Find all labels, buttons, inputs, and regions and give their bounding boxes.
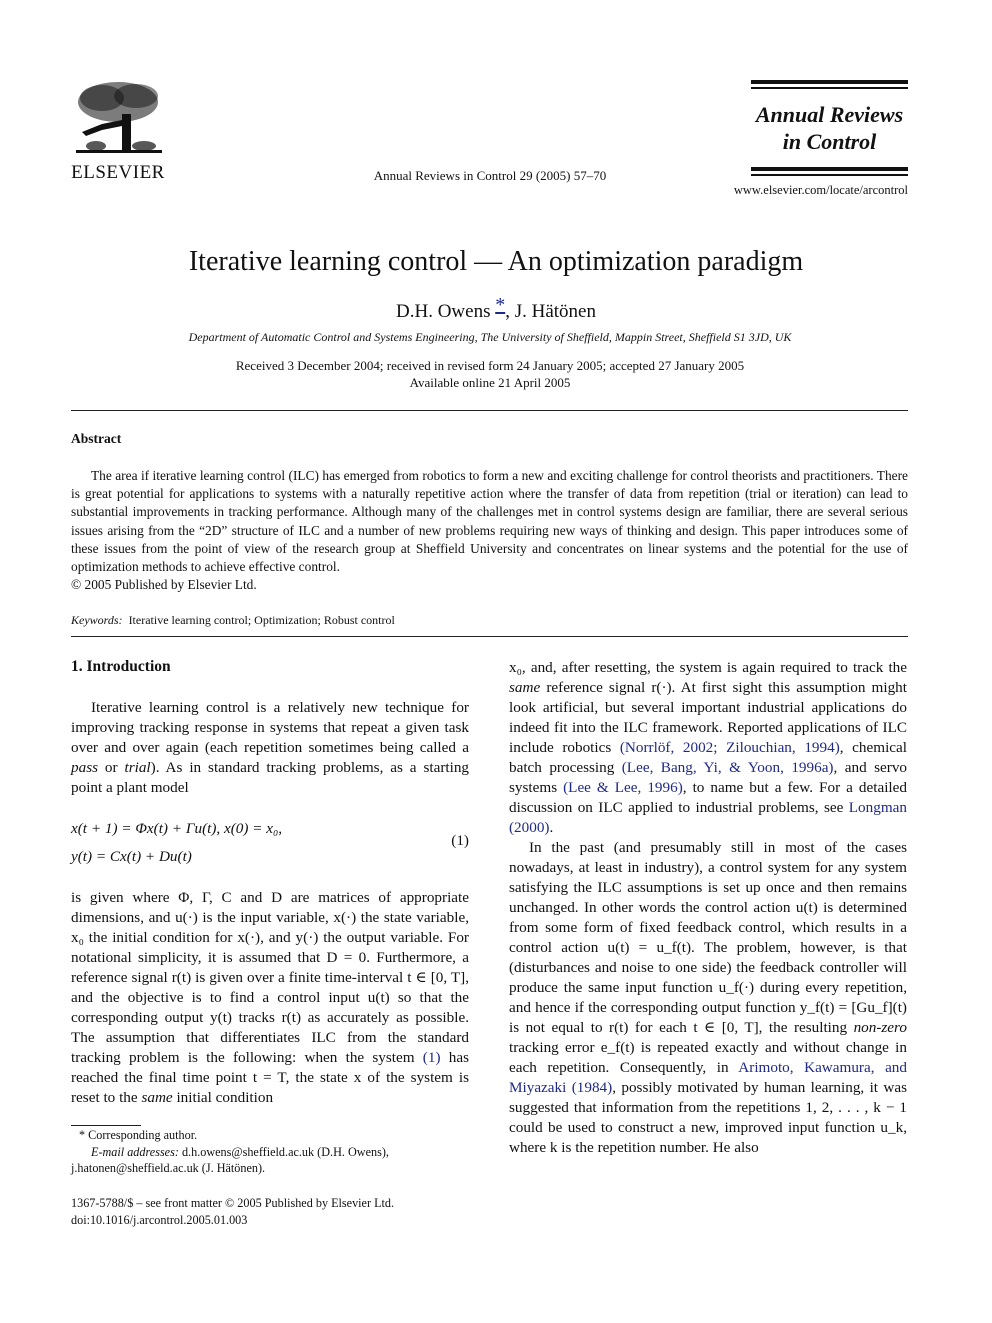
journal-reference: Annual Reviews in Control 29 (2005) 57–7… — [373, 168, 607, 183]
doi[interactable]: doi:10.1016/j.arcontrol.2005.01.003 — [71, 1212, 491, 1229]
author-name: J. Hätönen — [514, 301, 596, 322]
text: is given where Φ, Γ, C and D are matrice… — [71, 889, 469, 1066]
text: initial condition — [172, 1089, 274, 1106]
equation-number: (1) — [451, 832, 469, 849]
journal-name: Annual Reviews in Control — [751, 101, 908, 155]
paragraph: x₀, and, after resetting, the system is … — [509, 658, 907, 838]
journal-name-line2: in Control — [782, 129, 877, 154]
section-heading: 1. Introduction — [71, 658, 171, 675]
equation-1: x(t + 1) = Φx(t) + Γu(t), x(0) = x₀, y(t… — [71, 820, 469, 872]
author-list: D.H. Owens *, J. Hätönen — [0, 294, 992, 323]
divider — [71, 636, 908, 637]
available-online: Available online 21 April 2005 — [409, 375, 571, 390]
emphasis: non-zero — [853, 1019, 907, 1036]
citation-link[interactable]: (Lee, Bang, Yi, & Yoon, 1996a) — [622, 759, 834, 776]
divider — [71, 410, 908, 411]
footnote: * Corresponding author. E-mail addresses… — [71, 1127, 469, 1177]
keywords-label: Keywords: — [71, 613, 123, 627]
masthead-rule-top-thin — [751, 87, 908, 89]
footnote-rule — [71, 1125, 141, 1126]
elsevier-logo: ELSEVIER — [70, 80, 166, 183]
email-link-owens[interactable]: d.h.owens@sheffield.ac.uk (D.H. Owens), — [182, 1145, 389, 1159]
masthead-rule-bottom-thin — [751, 174, 908, 176]
paragraph: In the past (and presumably still in mos… — [509, 838, 907, 1158]
citation-link[interactable]: (Lee & Lee, 1996) — [563, 779, 683, 796]
received-dates: Received 3 December 2004; received in re… — [235, 358, 745, 373]
paragraph: is given where Φ, Γ, C and D are matrice… — [71, 888, 469, 1108]
author-separator: , — [505, 301, 515, 322]
author-name: D.H. Owens — [396, 301, 491, 322]
equation-reference-link[interactable]: (1) — [423, 1049, 441, 1066]
emphasis: same — [141, 1089, 173, 1106]
abstract-text: The area if iterative learning control (… — [71, 468, 908, 575]
text: x₀, and, after resetting, the system is … — [509, 659, 907, 676]
affiliation: Department of Automatic Control and Syst… — [188, 330, 792, 344]
email-label: E-mail addresses: — [91, 1144, 179, 1159]
abstract-copyright: © 2005 Published by Elsevier Ltd. — [71, 577, 257, 592]
publisher-wordmark: ELSEVIER — [71, 162, 165, 183]
equation-line: y(t) = Cx(t) + Du(t) — [71, 848, 192, 865]
keywords-list: Iterative learning control; Optimization… — [128, 613, 395, 627]
citation-link[interactable]: (Norrlöf, 2002; Zilouchian, 1994) — [620, 739, 840, 756]
text: In the past (and presumably still in mos… — [509, 839, 907, 1036]
right-column: x₀, and, after resetting, the system is … — [509, 658, 907, 1158]
article-dates: Received 3 December 2004; received in re… — [0, 357, 980, 391]
text: or — [98, 759, 125, 776]
text: Iterative learning control is a relative… — [71, 699, 469, 756]
keywords: Keywords: Iterative learning control; Opt… — [71, 613, 395, 628]
front-matter: 1367-5788/$ – see front matter © 2005 Pu… — [71, 1196, 395, 1210]
journal-name-line1: Annual Reviews — [755, 102, 904, 127]
abstract-body: The area if iterative learning control (… — [71, 467, 908, 576]
emphasis: same — [509, 679, 541, 696]
emphasis: trial — [124, 759, 151, 776]
text: . — [549, 819, 554, 836]
email-link-hatonen[interactable]: j.hatonen@sheffield.ac.uk (J. Hätönen). — [71, 1161, 265, 1175]
corresponding-author-marker[interactable]: * — [495, 294, 505, 316]
paragraph: Iterative learning control is a relative… — [71, 698, 469, 798]
masthead-rule-top — [751, 80, 908, 84]
footnote-marker: * — [79, 1128, 86, 1142]
abstract-heading: Abstract — [71, 431, 122, 446]
elsevier-tree-logo-icon — [72, 80, 164, 160]
footnote-corresponding: Corresponding author. — [88, 1128, 198, 1142]
article-title: Iterative learning control — An optimiza… — [188, 246, 804, 277]
imprint: 1367-5788/$ – see front matter © 2005 Pu… — [71, 1195, 491, 1229]
journal-masthead: Annual Reviews in Control — [751, 80, 908, 179]
equation-line: x(t + 1) = Φx(t) + Γu(t), x(0) = x₀, — [71, 820, 283, 837]
journal-url[interactable]: www.elsevier.com/locate/arcontrol — [700, 183, 908, 198]
masthead-rule-bottom — [751, 167, 908, 171]
emphasis: pass — [71, 759, 99, 776]
